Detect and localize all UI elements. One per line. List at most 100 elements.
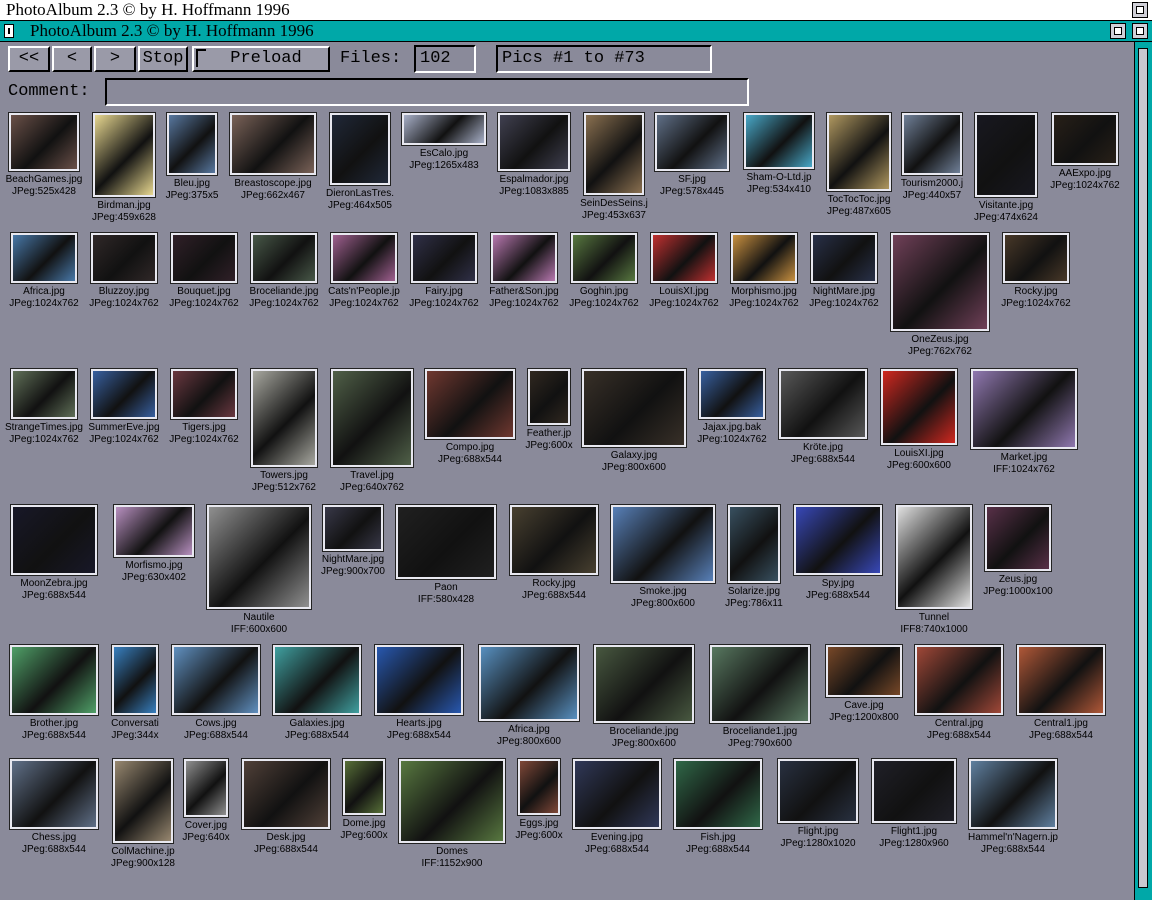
thumbnail-image[interactable] [793, 504, 883, 576]
stop-button[interactable]: Stop [138, 46, 188, 72]
thumbnail-item[interactable]: Jajax.jpg.bak JPeg:1024x762 [684, 368, 780, 447]
thumbnail-image[interactable] [974, 112, 1038, 198]
thumbnail-image[interactable] [572, 758, 662, 830]
thumbnail-item[interactable]: LouisXI.jpg JPeg:600x600 [871, 368, 967, 473]
thumbnail-image[interactable] [329, 112, 391, 186]
thumbnail-item[interactable]: Rocky.jpg JPeg:1024x762 [988, 232, 1084, 311]
thumbnail-image[interactable] [229, 112, 317, 176]
thumbnail-item[interactable]: Fish.jpg JPeg:688x544 [670, 758, 766, 857]
thumbnail-item[interactable]: Flight1.jpg JPeg:1280x960 [866, 758, 962, 851]
thumbnail-image[interactable] [342, 758, 386, 816]
thumbnail-item[interactable]: Zeus.jpg JPeg:1000x100 [970, 504, 1066, 599]
thumbnail-image[interactable] [90, 232, 158, 284]
thumbnail-item[interactable]: Galaxies.jpg JPeg:688x544 [269, 644, 365, 743]
thumbnail-image[interactable] [250, 232, 318, 284]
thumbnail-image[interactable] [170, 232, 238, 284]
thumbnail-item[interactable]: Kröte.jpg JPeg:688x544 [775, 368, 871, 467]
preload-toggle[interactable]: Preload [192, 46, 330, 72]
thumbnail-item[interactable]: Solarize.jpg JPeg:786x11 [706, 504, 802, 611]
thumbnail-image[interactable] [654, 112, 730, 172]
thumbnail-image[interactable] [968, 758, 1058, 830]
thumbnail-image[interactable] [970, 368, 1078, 450]
thumbnail-image[interactable] [9, 758, 99, 830]
thumbnail-image[interactable] [330, 232, 398, 284]
thumbnail-item[interactable]: OneZeus.jpg JPeg:762x762 [890, 232, 990, 359]
thumbnail-image[interactable] [10, 368, 78, 420]
thumbnail-image[interactable] [517, 758, 561, 816]
thumbnail-item[interactable]: Cave.jpg JPeg:1200x800 [816, 644, 912, 725]
window-title-bar[interactable]: PhotoAlbum 2.3 © by H. Hoffmann 1996 [0, 21, 1152, 42]
thumbnail-item[interactable]: Nautile IFF:600x600 [206, 504, 312, 637]
thumbnail-image[interactable] [509, 504, 599, 576]
thumbnail-image[interactable] [90, 368, 158, 420]
thumbnail-image[interactable] [527, 368, 571, 426]
thumbnail-item[interactable]: Broceliande.jpg JPeg:800x600 [593, 644, 695, 751]
thumbnail-item[interactable]: Cows.jpg JPeg:688x544 [168, 644, 264, 743]
thumbnail-image[interactable] [895, 504, 973, 610]
thumbnail-image[interactable] [984, 504, 1052, 572]
thumbnail-item[interactable]: DieronLasTres. JPeg:464x505 [312, 112, 408, 213]
scroll-knob[interactable] [1138, 48, 1148, 888]
thumbnail-image[interactable] [478, 644, 580, 722]
thumbnail-image[interactable] [166, 112, 218, 176]
thumbnail-image[interactable] [322, 504, 384, 552]
thumbnail-image[interactable] [10, 504, 98, 576]
thumbnail-image[interactable] [206, 504, 312, 610]
vertical-scrollbar[interactable] [1134, 42, 1152, 900]
thumbnail-image[interactable] [8, 112, 80, 172]
thumbnail-item[interactable]: Spy.jpg JPeg:688x544 [790, 504, 886, 603]
thumbnail-image[interactable] [374, 644, 464, 716]
thumbnail-image[interactable] [890, 232, 990, 332]
thumbnail-image[interactable] [825, 644, 903, 698]
screen-depth-gadget[interactable] [1132, 2, 1148, 18]
thumbnail-image[interactable] [698, 368, 766, 420]
thumbnail-image[interactable] [330, 368, 414, 468]
prev-button[interactable]: < [52, 46, 92, 72]
thumbnail-image[interactable] [901, 112, 963, 176]
thumbnail-item[interactable]: Broceliande1.jpg JPeg:790x600 [709, 644, 811, 751]
thumbnail-image[interactable] [730, 232, 798, 284]
thumbnail-image[interactable] [743, 112, 815, 170]
thumbnail-item[interactable]: Domes IFF:1152x900 [398, 758, 506, 871]
thumbnail-item[interactable]: Tunnel IFF8:740x1000 [886, 504, 982, 637]
thumbnail-image[interactable] [171, 644, 261, 716]
thumbnail-image[interactable] [778, 368, 868, 440]
thumbnail-image[interactable] [111, 644, 159, 716]
zoom-gadget[interactable] [1110, 23, 1126, 39]
thumbnail-image[interactable] [581, 368, 687, 448]
thumbnail-item[interactable]: Hearts.jpg JPeg:688x544 [371, 644, 467, 743]
thumbnail-item[interactable]: Africa.jpg JPeg:800x600 [478, 644, 580, 749]
thumbnail-image[interactable] [10, 232, 78, 284]
thumbnail-image[interactable] [490, 232, 558, 284]
thumbnail-item[interactable]: Central.jpg JPeg:688x544 [911, 644, 1007, 743]
thumbnail-image[interactable] [709, 644, 811, 724]
next-button[interactable]: > [94, 46, 136, 72]
thumbnail-image[interactable] [673, 758, 763, 830]
thumbnail-item[interactable]: Evening.jpg JPeg:688x544 [569, 758, 665, 857]
thumbnail-image[interactable] [810, 232, 878, 284]
thumbnail-image[interactable] [113, 504, 195, 558]
first-button[interactable]: << [8, 46, 50, 72]
thumbnail-image[interactable] [593, 644, 695, 724]
thumbnail-item[interactable]: SF.jpg JPeg:578x445 [644, 112, 740, 199]
thumbnail-image[interactable] [395, 504, 497, 580]
close-gadget[interactable] [4, 24, 14, 38]
thumbnail-item[interactable]: Smoke.jpg JPeg:800x600 [610, 504, 716, 611]
thumbnail-image[interactable] [1016, 644, 1106, 716]
thumbnail-item[interactable]: NightMare.jpg JPeg:1024x762 [796, 232, 892, 311]
thumbnail-image[interactable] [250, 368, 318, 468]
thumbnail-image[interactable] [410, 232, 478, 284]
thumbnail-image[interactable] [583, 112, 645, 196]
thumbnail-item[interactable]: Breastoscope.jpg JPeg:662x467 [225, 112, 321, 203]
thumbnail-item[interactable]: AAExpo.jpg JPeg:1024x762 [1037, 112, 1133, 193]
thumbnail-image[interactable] [9, 644, 99, 716]
thumbnail-item[interactable]: Travel.jpg JPeg:640x762 [324, 368, 420, 495]
thumbnail-item[interactable]: Morfismo.jpg JPeg:630x402 [106, 504, 202, 585]
thumbnail-item[interactable]: Market.jpg IFF:1024x762 [970, 368, 1078, 477]
thumbnail-image[interactable] [871, 758, 957, 824]
thumbnail-item[interactable]: Paon IFF:580x428 [395, 504, 497, 607]
thumbnail-item[interactable]: Rocky.jpg JPeg:688x544 [506, 504, 602, 603]
depth-gadget[interactable] [1132, 23, 1148, 39]
thumbnail-image[interactable] [272, 644, 362, 716]
thumbnail-image[interactable] [650, 232, 718, 284]
